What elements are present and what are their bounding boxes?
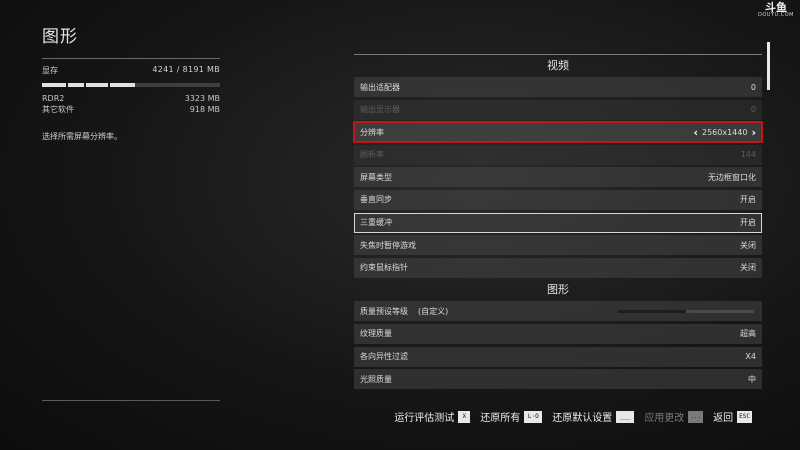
vram-usage-fill <box>42 83 135 87</box>
douyu-watermark: 斗鱼 DOUYU.COM <box>758 2 794 18</box>
setting-value: 2560x1440 <box>702 127 748 137</box>
watermark-sub: DOUYU.COM <box>758 12 794 18</box>
preset-note: (自定义) <box>418 306 449 316</box>
back-label: 返回 <box>713 413 734 424</box>
benchmark-label: 运行评估测试 <box>394 413 455 424</box>
bottom-divider <box>42 400 220 401</box>
setting-value: 0 <box>750 105 756 115</box>
apply-changes-key-icon: ... <box>688 410 704 423</box>
setting-value: 开启 <box>740 195 756 205</box>
apply-changes-button: 应用更改 ... <box>644 409 704 424</box>
setting-label: 质量预设等级 <box>360 306 408 316</box>
setting-value: X4 <box>745 352 756 362</box>
setting-value: 0 <box>750 82 756 92</box>
setting-value: 关闭 <box>740 240 756 250</box>
vram-segment-gap <box>84 83 86 87</box>
setting-value: 关闭 <box>740 263 756 273</box>
setting-label: 输出显示器 <box>360 105 400 115</box>
setting-resolution[interactable]: 分辨率 ‹ 2560x1440 › <box>353 121 763 144</box>
chevron-left-icon[interactable]: ‹ <box>693 126 698 139</box>
setting-lighting-quality[interactable]: 光照质量 中 <box>354 369 762 390</box>
back-key-icon: ESC <box>737 410 752 423</box>
usage-name: RDR2 <box>42 94 65 103</box>
section-title-graphics: 图形 <box>547 283 569 297</box>
quality-preset-fill <box>618 309 686 313</box>
restore-defaults-key-icon: ___ <box>616 410 635 423</box>
preset-label-group: 质量预设等级 (自定义) <box>360 306 448 317</box>
top-divider <box>42 58 220 59</box>
usage-row-other: 其它软件 918 MB <box>42 104 220 115</box>
setting-value: 无边框窗口化 <box>708 172 756 182</box>
page-title: 图形 <box>42 27 78 47</box>
setting-pause-on-focus-loss[interactable]: 失焦时暂停游戏 关闭 <box>354 235 762 256</box>
vram-segment-gap <box>108 83 110 87</box>
footer-actions: 运行评估测试 X 还原所有 L·O 还原默认设置 ___ 应用更改 ... 返回… <box>394 409 752 424</box>
settings-panel: 视频 输出适配器 0 输出显示器 0 分辨率 ‹ 2560x1440 › 刷新率… <box>353 54 763 392</box>
apply-changes-label: 应用更改 <box>644 413 685 424</box>
setting-label: 纹理质量 <box>360 329 392 339</box>
setting-label: 垂直同步 <box>360 195 392 205</box>
benchmark-button[interactable]: 运行评估测试 X <box>394 409 471 424</box>
setting-label: 输出适配器 <box>360 82 400 92</box>
setting-label: 约束鼠标指针 <box>360 263 408 273</box>
setting-refresh-rate: 刷新率 144 <box>354 144 762 165</box>
resolution-selector: ‹ 2560x1440 › <box>693 126 756 139</box>
back-button[interactable]: 返回 ESC <box>713 409 752 424</box>
vram-usage-bar <box>42 83 220 87</box>
setting-label: 各向异性过滤 <box>360 352 408 362</box>
vram-header: 显存 4241 / 8191 MB <box>42 65 220 76</box>
vram-label: 显存 <box>42 66 58 75</box>
setting-label: 分辨率 <box>360 127 384 137</box>
setting-output-monitor: 输出显示器 0 <box>354 99 762 120</box>
setting-label: 刷新率 <box>360 150 384 160</box>
setting-description: 选择所需屏幕分辨率。 <box>42 132 122 141</box>
setting-anisotropic-filtering[interactable]: 各向异性过滤 X4 <box>354 346 762 367</box>
usage-row-rdr2: RDR2 3323 MB <box>42 93 220 104</box>
setting-texture-quality[interactable]: 纹理质量 超高 <box>354 323 762 344</box>
setting-label: 失焦时暂停游戏 <box>360 240 416 250</box>
vram-segment-gap <box>66 83 68 87</box>
setting-screen-type[interactable]: 屏幕类型 无边框窗口化 <box>354 167 762 188</box>
setting-output-adapter[interactable]: 输出适配器 0 <box>354 77 762 97</box>
reset-all-button[interactable]: 还原所有 L·O <box>480 409 543 424</box>
vram-usage-list: RDR2 3323 MB 其它软件 918 MB <box>42 93 220 115</box>
settings-scrollbar[interactable] <box>767 42 770 90</box>
section-title-video: 视频 <box>547 59 569 72</box>
setting-value: 中 <box>748 374 756 384</box>
setting-value: 超高 <box>740 329 756 339</box>
usage-value: 3323 MB <box>184 94 220 103</box>
panel-top-line <box>354 54 762 55</box>
usage-value: 918 MB <box>189 105 220 114</box>
setting-value: 144 <box>740 150 756 160</box>
restore-defaults-label: 还原默认设置 <box>552 413 613 424</box>
setting-value: 开启 <box>740 218 756 228</box>
quality-preset-slider[interactable] <box>618 309 754 313</box>
vram-total: 4241 / 8191 MB <box>152 65 220 74</box>
setting-label: 屏幕类型 <box>360 172 392 182</box>
usage-name: 其它软件 <box>42 105 74 114</box>
setting-quality-preset[interactable]: 质量预设等级 (自定义) <box>354 301 762 322</box>
reset-all-key-icon: L·O <box>524 410 543 423</box>
reset-all-label: 还原所有 <box>480 413 521 424</box>
vram-info-panel: 显存 4241 / 8191 MB RDR2 3323 MB 其它软件 918 … <box>42 58 220 142</box>
setting-label: 三重缓冲 <box>360 218 392 228</box>
setting-constrain-mouse[interactable]: 约束鼠标指针 关闭 <box>354 257 762 278</box>
setting-label: 光照质量 <box>360 374 392 384</box>
benchmark-key-icon: X <box>458 410 471 423</box>
setting-triple-buffering[interactable]: 三重缓冲 开启 <box>354 212 762 233</box>
chevron-right-icon[interactable]: › <box>751 126 756 139</box>
setting-vsync[interactable]: 垂直同步 开启 <box>354 189 762 210</box>
restore-defaults-button[interactable]: 还原默认设置 ___ <box>552 409 635 424</box>
